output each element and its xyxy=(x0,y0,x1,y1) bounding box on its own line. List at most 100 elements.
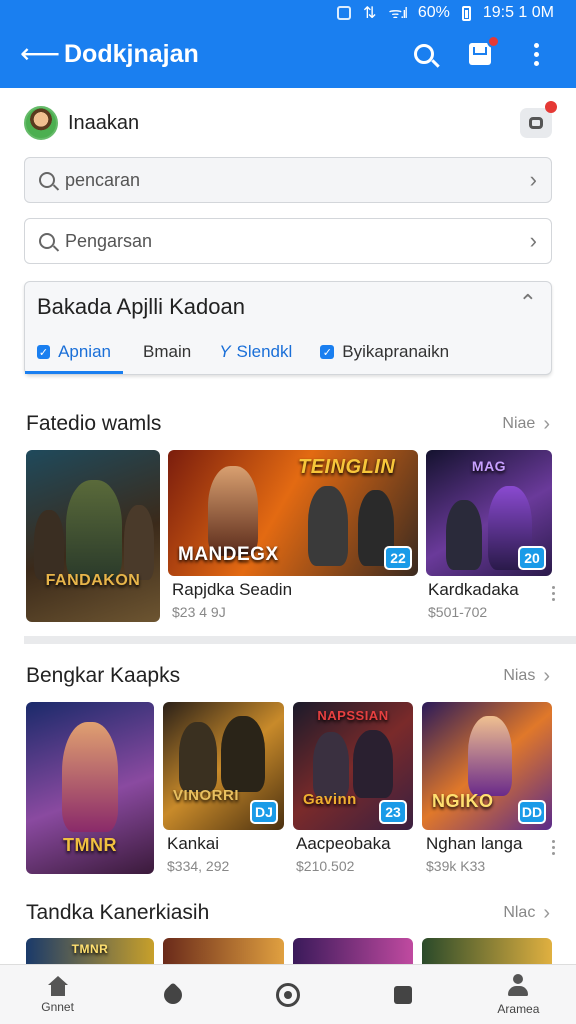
category-card: Bakada Apjlli Kadoan ⌃ ✓ Apnian Bmain Y … xyxy=(24,281,552,375)
tab-label: Apnian xyxy=(58,342,111,361)
search-icon xyxy=(414,44,434,64)
game-tile[interactable]: FANDAKON xyxy=(26,450,160,622)
tab-slendkl[interactable]: Y Slendkl xyxy=(207,330,304,374)
notification-dot xyxy=(487,35,500,48)
game-tile[interactable]: NAPSSIAN Gavinn 23 xyxy=(293,702,413,830)
filter-placeholder: Pengarsan xyxy=(65,230,153,251)
cart-button[interactable] xyxy=(466,35,500,68)
slash-icon: Y xyxy=(219,342,231,361)
chevron-up-icon[interactable]: ⌃ xyxy=(519,292,537,314)
game-name: Rapjdka Seadin xyxy=(172,580,293,599)
nav-profile[interactable]: Aramea xyxy=(461,965,576,1024)
game-logo: TEINGLIN xyxy=(298,456,396,478)
avatar[interactable] xyxy=(24,106,58,140)
see-more-link[interactable]: Niae xyxy=(502,415,535,433)
see-more-link[interactable]: Nlac xyxy=(503,904,535,922)
tab-label: Slendkl xyxy=(236,342,293,361)
section-divider xyxy=(24,636,576,644)
nav-label: Gnnet xyxy=(41,999,74,1014)
game-artwork: NAPSSIAN Gavinn 23 xyxy=(293,702,413,830)
rating-badge: DD xyxy=(518,800,546,824)
game-tile[interactable]: TEINGLIN MANDEGX 22 xyxy=(168,450,418,576)
camera-button[interactable] xyxy=(520,101,557,138)
chevron-right-icon[interactable]: › xyxy=(543,903,550,923)
profile-icon xyxy=(507,973,529,998)
game-tile[interactable]: VINORRI DJ xyxy=(163,702,284,830)
rating-badge: 22 xyxy=(384,546,412,570)
rating-badge: DJ xyxy=(250,800,278,824)
game-title-art: MANDEGX xyxy=(178,544,279,565)
camera-icon xyxy=(529,117,543,129)
tab-label: Byikapranaikn xyxy=(342,342,450,361)
nav-tag[interactable] xyxy=(115,965,230,1024)
overflow-menu-button[interactable] xyxy=(522,40,550,68)
game-price: $39k K33 xyxy=(426,858,486,874)
game-name: Nghan langa xyxy=(426,834,523,853)
tab-apnian[interactable]: ✓ Apnian xyxy=(25,330,123,374)
game-logo: FANDAKON xyxy=(45,572,141,589)
nav-library[interactable] xyxy=(346,965,461,1024)
game-name: Kankai xyxy=(167,834,219,853)
page-title: Dodkjnajan xyxy=(64,39,199,68)
more-options-icon[interactable] xyxy=(552,840,555,855)
game-info: Nghan langa $39k K33 xyxy=(426,834,522,874)
section-title: Tandka Kanerkiasih xyxy=(26,901,210,924)
square-icon xyxy=(394,985,413,1004)
back-arrow-icon[interactable]: ⟵ xyxy=(20,40,60,68)
screenshot-icon xyxy=(337,6,352,20)
user-name: Inaakan xyxy=(68,111,140,134)
game-artwork: MAG 20 xyxy=(426,450,552,576)
game-price: $501-702 xyxy=(428,604,488,620)
game-logo: TMNR xyxy=(63,835,117,855)
game-logo: MAG xyxy=(471,458,507,474)
tab-bmain[interactable]: Bmain xyxy=(131,330,203,374)
user-row: Inaakan xyxy=(24,101,557,142)
chevron-right-icon: › xyxy=(529,228,537,253)
tab-byikapranaikn[interactable]: ✓ Byikapranaikn xyxy=(308,330,461,374)
chevron-right-icon[interactable]: › xyxy=(543,414,550,434)
more-options-icon[interactable] xyxy=(552,586,555,601)
nav-discover[interactable] xyxy=(230,965,345,1024)
game-price: $23 4 9J xyxy=(172,604,226,620)
game-info: Kankai $334, 292 xyxy=(167,834,229,874)
game-name: Kardkadaka xyxy=(428,580,519,599)
game-info: Rapjdka Seadin $23 4 9J xyxy=(172,580,292,620)
search-icon xyxy=(39,172,55,188)
discover-icon xyxy=(276,982,300,1007)
search-placeholder: pencaran xyxy=(65,169,141,190)
bottom-navigation: Gnnet Aramea xyxy=(0,964,576,1024)
game-artwork: NGIKO DD xyxy=(422,702,552,830)
search-input[interactable]: pencaran › xyxy=(24,157,552,203)
game-name: Aacpeobaka xyxy=(296,834,391,853)
nav-label: Aramea xyxy=(497,1001,540,1016)
top-app-bar: ⇅ ᯤ.ıl 60% 19:5 1 0M ⟵ Dodkjnajan xyxy=(0,0,576,88)
game-logo: TMNR xyxy=(71,942,109,956)
home-icon xyxy=(47,975,69,996)
game-price: $210.502 xyxy=(296,858,355,874)
chevron-right-icon: › xyxy=(529,167,537,192)
tab-label: Bmain xyxy=(143,342,192,361)
notification-dot xyxy=(545,101,557,113)
game-tile[interactable]: NGIKO DD xyxy=(422,702,552,830)
game-tile[interactable]: MAG 20 xyxy=(426,450,552,576)
nav-home[interactable]: Gnnet xyxy=(0,965,115,1024)
game-artwork: FANDAKON xyxy=(26,450,160,622)
search-button[interactable] xyxy=(410,40,438,68)
section-title: Bengkar Kaapks xyxy=(26,664,181,687)
data-icon: ⇅ xyxy=(363,5,377,22)
battery-level: 60% xyxy=(417,4,450,21)
see-more-link[interactable]: Nias xyxy=(503,667,535,685)
chevron-right-icon[interactable]: › xyxy=(543,666,550,686)
section-header-second: Bengkar Kaapks Nias › xyxy=(26,664,550,688)
check-icon: ✓ xyxy=(37,345,51,359)
shopping-bag-icon xyxy=(469,43,491,65)
game-tile[interactable]: TMNR xyxy=(26,702,154,874)
search-icon xyxy=(39,233,55,249)
section-title: Fatedio wamls xyxy=(26,412,162,435)
game-artwork: VINORRI DJ xyxy=(163,702,284,830)
tag-icon xyxy=(160,981,186,1008)
game-info: Kardkadaka $501-702 xyxy=(428,580,519,620)
filter-input[interactable]: Pengarsan › xyxy=(24,218,552,264)
wifi-signal-icon: ᯤ.ıl xyxy=(388,5,407,22)
section-header-third: Tandka Kanerkiasih Nlac › xyxy=(26,901,550,925)
